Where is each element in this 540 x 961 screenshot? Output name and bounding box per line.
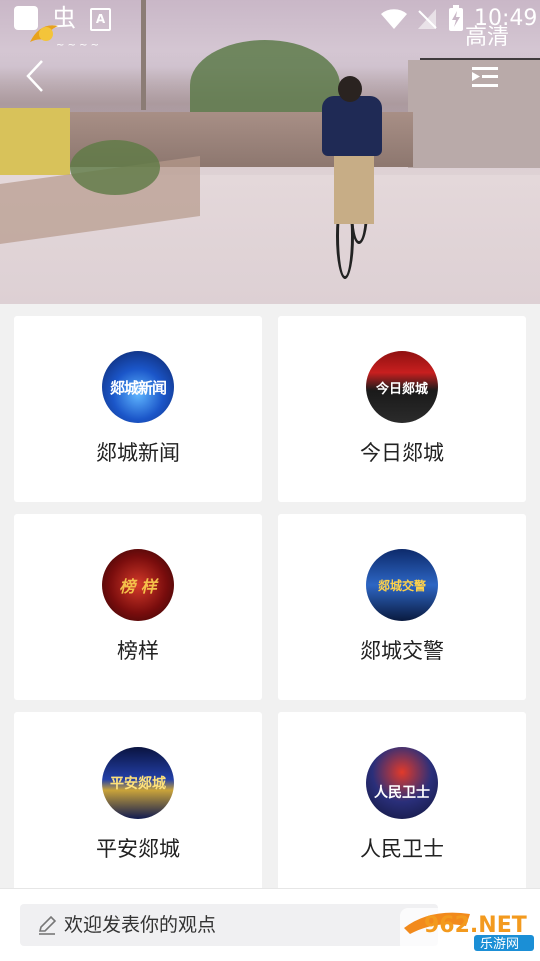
battery-charging-icon xyxy=(449,5,463,31)
channel-thumbnail-text: 人民卫士 xyxy=(374,785,430,801)
playlist-icon[interactable] xyxy=(470,64,500,90)
back-arrow-icon[interactable] xyxy=(22,58,52,94)
video-player[interactable]: 虫 A 10:49 ~ ~ ~ ~ 高清 xyxy=(0,0,540,304)
watermark-text: 962.NET xyxy=(424,913,527,938)
channel-name: 人民卫士 xyxy=(360,837,444,861)
comment-input[interactable]: 欢迎发表你的观点 xyxy=(20,904,438,946)
channel-thumbnail-text: 平安郯城 xyxy=(110,776,166,792)
video-scene-rider xyxy=(322,76,396,224)
channel-thumbnail: 郯城交警 xyxy=(366,549,438,621)
channel-thumbnail: 郯城新闻 xyxy=(102,351,174,423)
no-signal-icon xyxy=(418,9,437,29)
channel-thumbnail: 榜 样 xyxy=(102,549,174,621)
svg-text:~ ~ ~ ~: ~ ~ ~ ~ xyxy=(56,40,99,51)
channel-thumbnail: 人民卫士 xyxy=(366,747,438,819)
channel-logo: ~ ~ ~ ~ xyxy=(30,25,99,51)
video-scene-yellow-wall xyxy=(0,108,70,178)
channel-thumbnail: 今日郯城 xyxy=(366,351,438,423)
channel-name: 今日郯城 xyxy=(360,441,444,465)
channel-thumbnail-text: 榜 样 xyxy=(119,577,157,596)
channel-card[interactable]: 人民卫士 人民卫士 xyxy=(278,712,526,898)
channel-card[interactable]: 郯城新闻 郯城新闻 xyxy=(14,316,262,502)
channel-card[interactable]: 榜 样 榜样 xyxy=(14,514,262,700)
channel-thumbnail-text: 今日郯城 xyxy=(375,381,428,397)
channel-name: 郯城交警 xyxy=(360,639,444,663)
channel-thumbnail-text: 郯城交警 xyxy=(377,578,426,593)
channel-thumbnail-text: 郯城新闻 xyxy=(109,378,167,397)
watermark-subtext: 乐游网 xyxy=(480,937,519,952)
pencil-icon xyxy=(38,915,57,935)
channel-name: 平安郯城 xyxy=(96,837,180,861)
channel-card[interactable]: 郯城交警 郯城交警 xyxy=(278,514,526,700)
channel-name: 郯城新闻 xyxy=(96,441,180,465)
channel-thumbnail: 平安郯城 xyxy=(102,747,174,819)
quality-toggle[interactable]: 高清 xyxy=(465,24,509,52)
channel-name: 榜样 xyxy=(117,639,159,663)
watermark-logo: 962.NET 乐游网 xyxy=(400,908,536,952)
wifi-icon xyxy=(381,9,407,29)
comment-placeholder: 欢迎发表你的观点 xyxy=(64,914,217,936)
video-scene-bush xyxy=(70,140,160,195)
channel-card[interactable]: 平安郯城 平安郯城 xyxy=(14,712,262,898)
channel-card[interactable]: 今日郯城 今日郯城 xyxy=(278,316,526,502)
